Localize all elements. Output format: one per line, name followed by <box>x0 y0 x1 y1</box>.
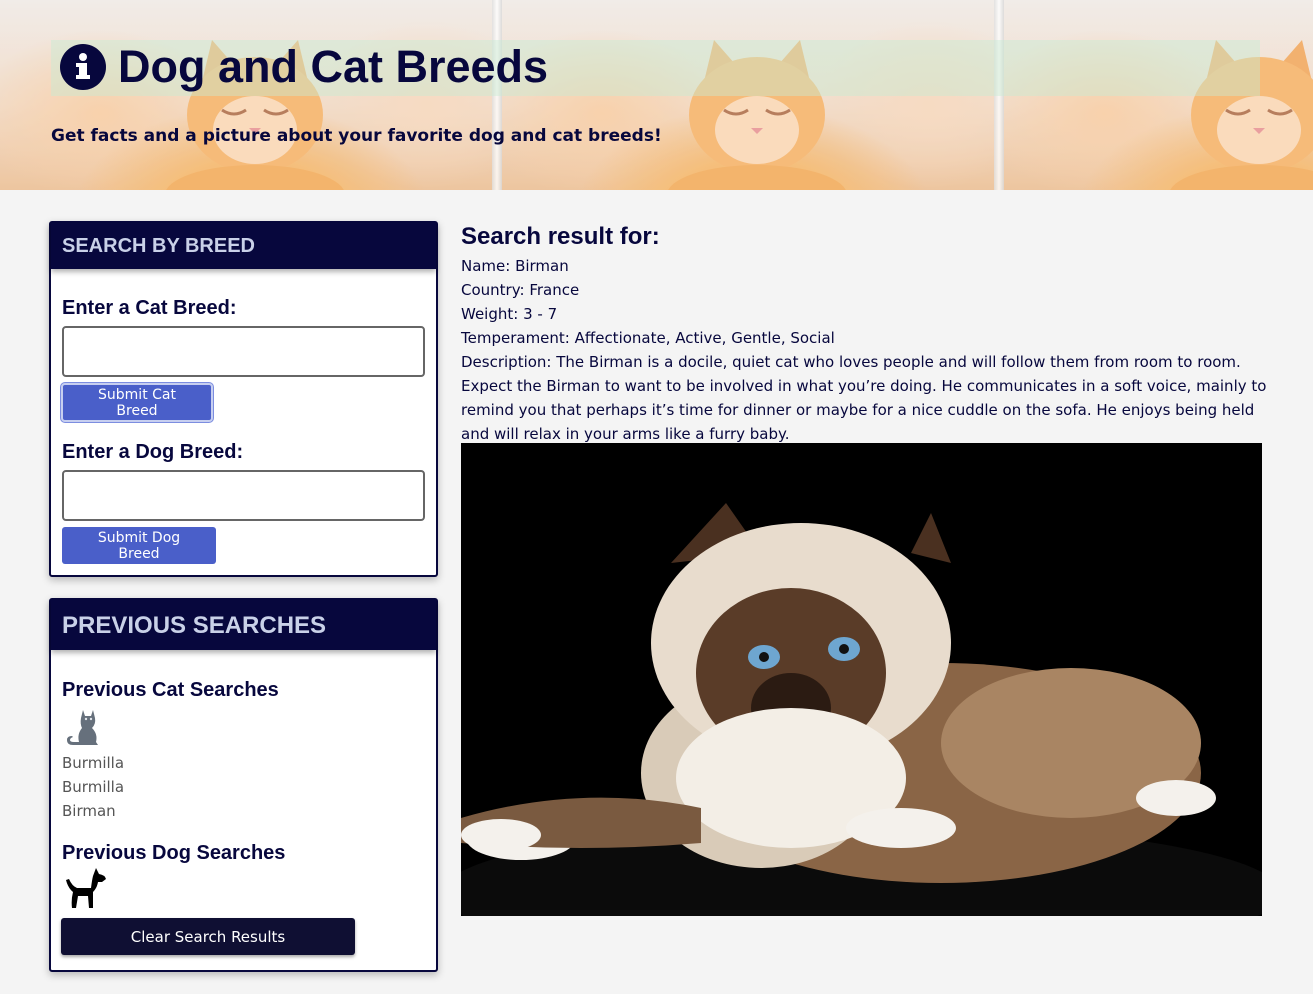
previous-cat-searches-title: Previous Cat Searches <box>62 679 279 701</box>
previous-cat-searches-list: Burmilla Burmilla Birman <box>62 751 124 823</box>
dog-breed-label: Enter a Dog Breed: <box>62 441 244 463</box>
cat-search-item[interactable]: Burmilla <box>62 751 124 775</box>
previous-searches-card: PREVIOUS SEARCHES Previous Cat Searches … <box>49 598 438 972</box>
breed-photo <box>461 443 1262 916</box>
result-description: Description: The Birman is a docile, qui… <box>461 353 1267 443</box>
info-circle-icon <box>60 44 106 90</box>
result-weight: Weight: 3 - 7 <box>461 305 558 323</box>
previous-dog-searches-title: Previous Dog Searches <box>62 842 286 864</box>
search-result-heading: Search result for: <box>461 223 660 250</box>
submit-dog-breed-button[interactable]: Submit Dog Breed <box>62 527 216 564</box>
search-by-breed-card: SEARCH BY BREED Enter a Cat Breed: Submi… <box>49 221 438 577</box>
cat-search-item[interactable]: Birman <box>62 799 124 823</box>
page-subtitle: Get facts and a picture about your favor… <box>51 126 662 146</box>
clear-search-results-button[interactable]: Clear Search Results <box>61 918 355 955</box>
cat-icon <box>65 706 103 751</box>
cat-breed-input[interactable] <box>62 326 425 377</box>
search-card-title: SEARCH BY BREED <box>51 223 436 269</box>
cat-breed-label: Enter a Cat Breed: <box>62 297 237 319</box>
page-title: Dog and Cat Breeds <box>118 41 549 92</box>
result-name: Name: Birman <box>461 257 569 275</box>
dog-breed-input[interactable] <box>62 470 425 521</box>
cat-search-item[interactable]: Burmilla <box>62 775 124 799</box>
submit-cat-breed-button[interactable]: Submit Cat Breed <box>61 383 213 422</box>
dog-icon <box>65 866 107 915</box>
search-result: Search result for: Name: Birman Country:… <box>461 222 1271 446</box>
page-header: Dog and Cat Breeds Get facts and a pictu… <box>0 0 1313 190</box>
result-temperament: Temperament: Affectionate, Active, Gentl… <box>461 329 835 347</box>
previous-searches-title: PREVIOUS SEARCHES <box>51 600 436 650</box>
result-country: Country: France <box>461 281 580 299</box>
title-row: Dog and Cat Breeds <box>60 43 548 91</box>
